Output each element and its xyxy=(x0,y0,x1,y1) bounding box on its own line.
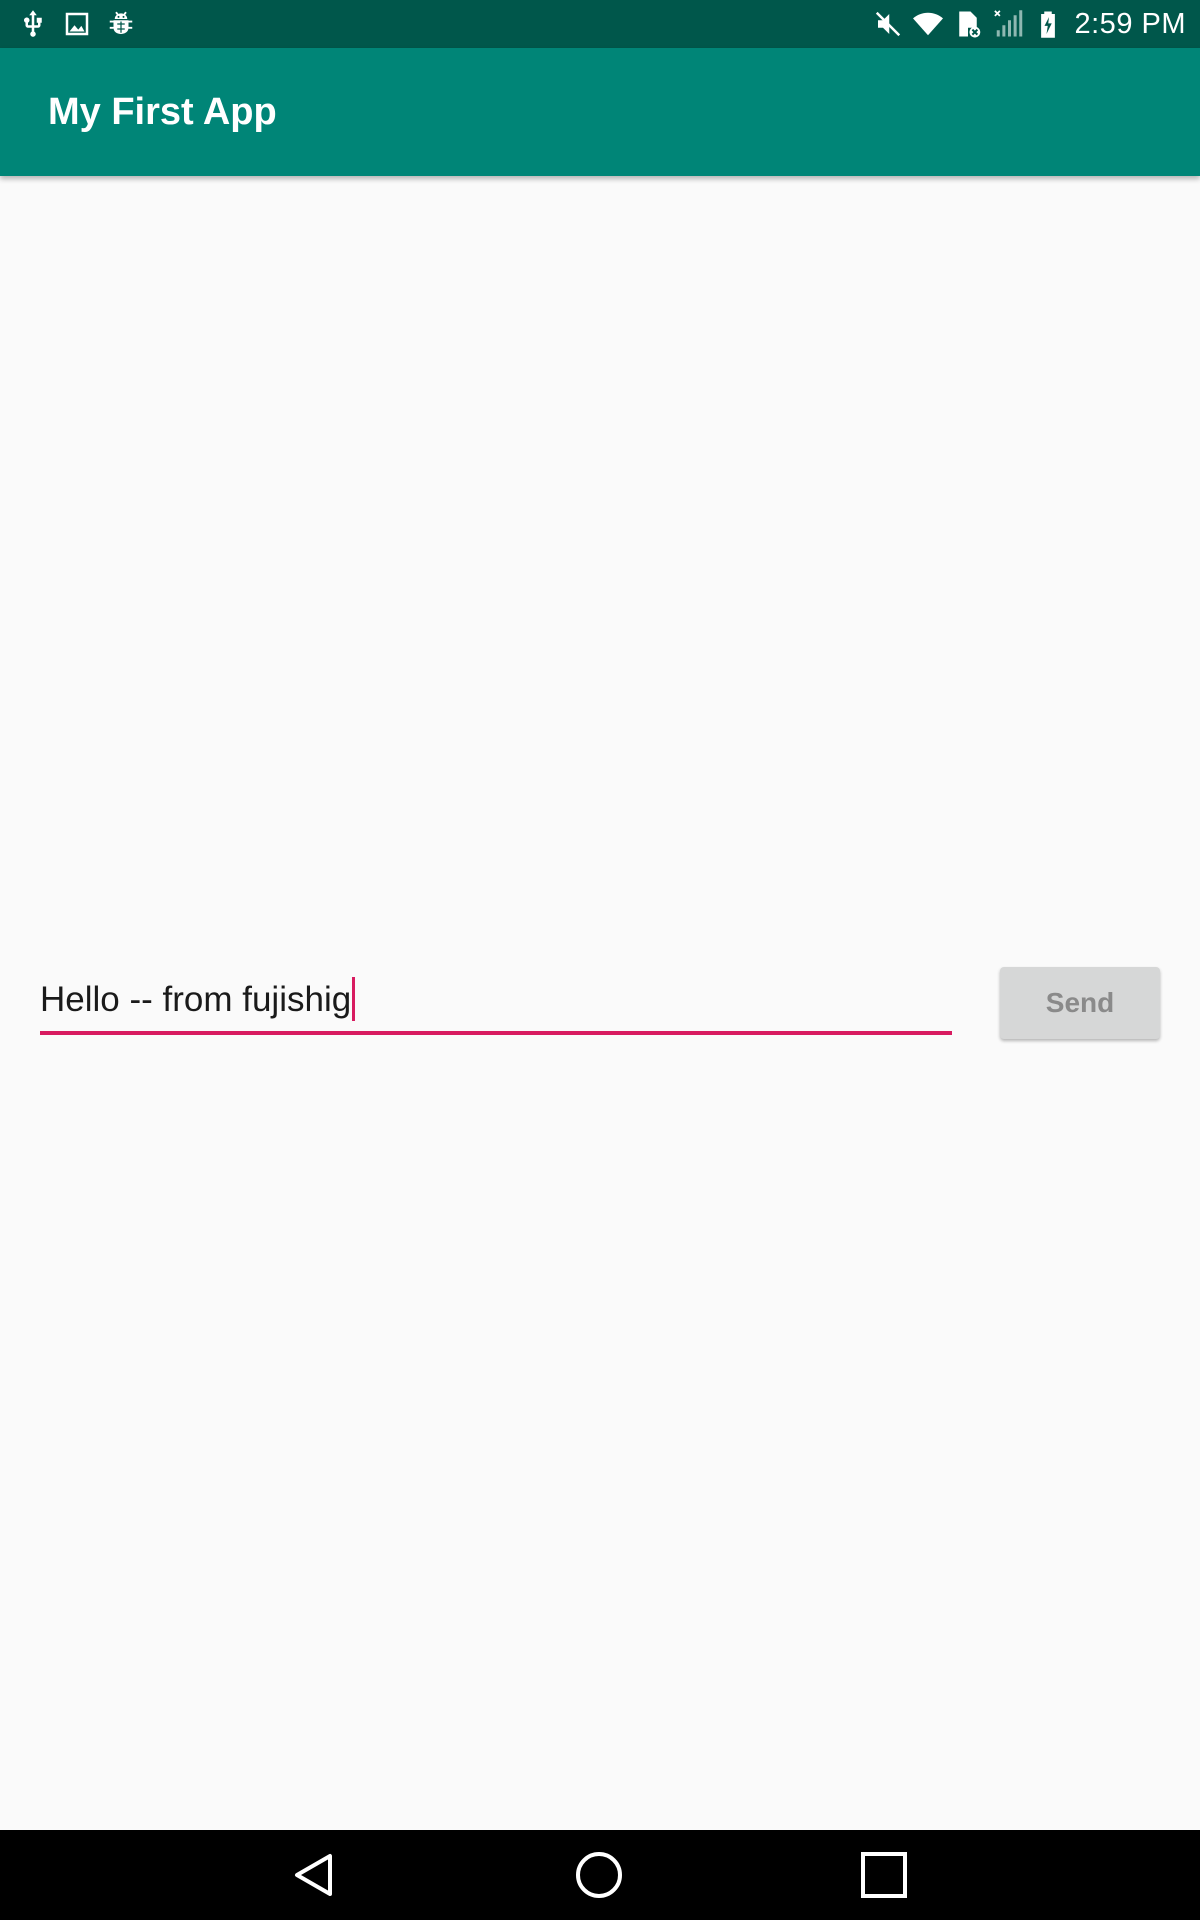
app-title: My First App xyxy=(48,91,277,133)
home-button[interactable] xyxy=(539,1830,659,1920)
recents-icon xyxy=(861,1852,907,1898)
main-content: Hello -- from fujishig Send xyxy=(0,176,1200,1830)
back-icon xyxy=(295,1854,332,1896)
status-system-icons: 2:59 PM xyxy=(873,0,1187,48)
navigation-bar xyxy=(0,1830,1200,1920)
mute-icon xyxy=(873,9,903,39)
battery-charging-icon xyxy=(1033,9,1063,39)
image-icon xyxy=(62,9,92,39)
status-clock: 2:59 PM xyxy=(1074,7,1186,40)
app-bar: My First App xyxy=(0,48,1200,176)
usb-icon xyxy=(18,9,48,39)
wifi-icon xyxy=(912,9,943,39)
cell-signal-icon xyxy=(993,9,1023,39)
text-cursor xyxy=(352,977,356,1021)
android-debug-icon xyxy=(106,9,136,39)
message-input-value[interactable]: Hello -- from fujishig xyxy=(40,978,351,1022)
status-bar: 2:59 PM xyxy=(0,0,1200,48)
back-button[interactable] xyxy=(254,1830,374,1920)
recents-button[interactable] xyxy=(824,1830,944,1920)
sim-blocked-icon xyxy=(953,9,983,39)
home-icon xyxy=(576,1852,622,1898)
send-button[interactable]: Send xyxy=(1000,967,1160,1039)
message-input[interactable]: Hello -- from fujishig xyxy=(40,973,952,1035)
status-notification-icons xyxy=(18,0,136,48)
